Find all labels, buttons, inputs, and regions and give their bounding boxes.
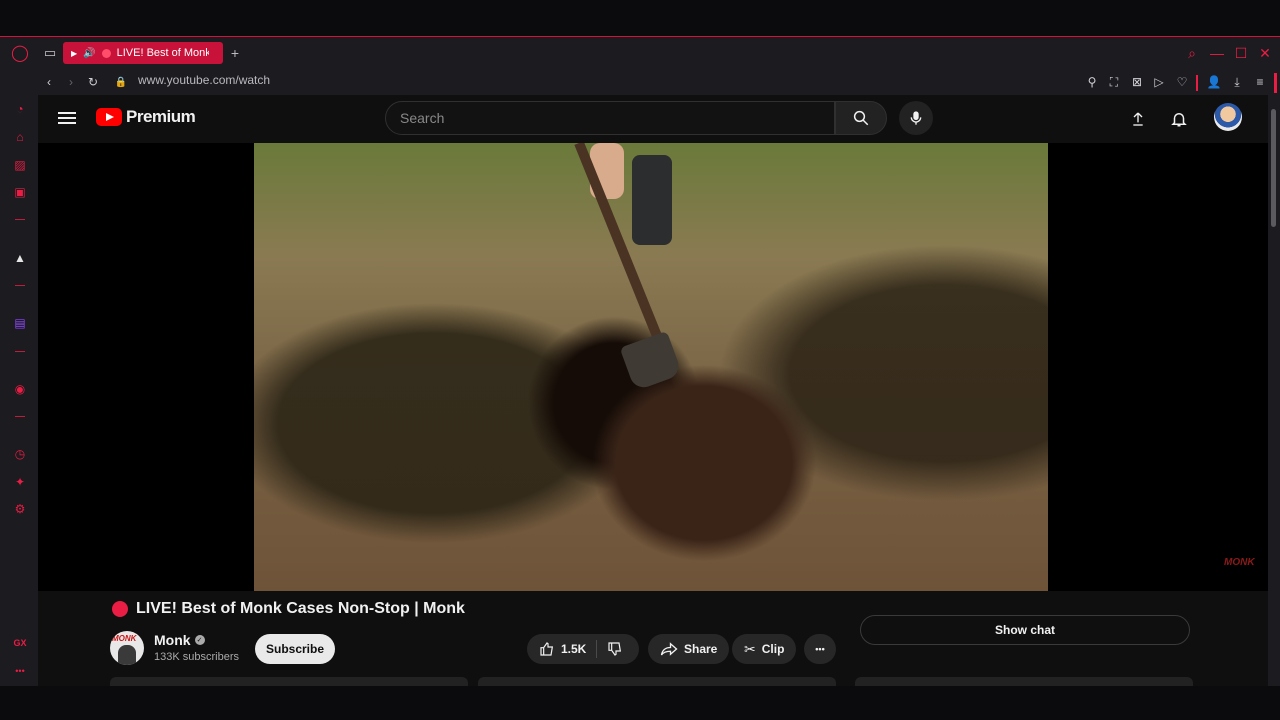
bookmark-heart-icon[interactable]: ♡ — [1173, 73, 1191, 91]
channel-watermark[interactable]: MONK — [1224, 557, 1255, 568]
gx-label[interactable]: GX — [10, 633, 30, 653]
thumbs-down-icon[interactable] — [607, 641, 623, 657]
video-player[interactable]: MONK — [38, 143, 1268, 591]
screen-top-strip — [0, 0, 1280, 36]
minimize-icon[interactable]: — — [1207, 43, 1227, 63]
tab-title: LIVE! Best of Monk — [116, 47, 209, 59]
page-scrollbar[interactable] — [1268, 95, 1280, 687]
microphone-icon — [910, 111, 922, 125]
lock-icon: 🔒 — [114, 76, 128, 88]
extensions-icon[interactable]: ✦ — [10, 472, 30, 492]
like-count[interactable]: 1.5K — [561, 642, 586, 656]
history-icon[interactable]: ◷ — [10, 444, 30, 464]
channel-name-row[interactable]: Monk ✓ — [154, 632, 205, 648]
screen-bottom-strip — [0, 686, 1280, 720]
adblock-icon[interactable]: ⊠ — [1128, 73, 1146, 91]
verified-check-icon: ✓ — [194, 635, 205, 645]
speaker-icon[interactable]: 🔊 — [83, 48, 95, 59]
youtube-header: Premium Search — [38, 95, 1268, 143]
more-dots-icon: ••• — [815, 644, 825, 654]
sidebar-accent-bar — [1274, 73, 1277, 93]
snapshot-icon[interactable]: ⛶ — [1105, 73, 1123, 91]
new-tab-icon[interactable]: + — [228, 43, 242, 63]
search-button[interactable] — [835, 101, 887, 135]
subscriber-count: 133K subscribers — [154, 651, 239, 663]
search-input[interactable]: Search — [385, 101, 835, 135]
tab-islands-icon[interactable]: ▭ — [40, 43, 60, 63]
channel-avatar[interactable]: MONK — [110, 631, 144, 665]
tab-active[interactable]: ▶ 🔊 LIVE! Best of Monk — [63, 42, 223, 64]
toolbar-divider — [1196, 75, 1198, 91]
more-actions-button[interactable]: ••• — [804, 634, 836, 664]
video-shovel-blade — [619, 330, 683, 392]
voice-search-button[interactable] — [899, 101, 933, 135]
clip-button[interactable]: ✂ Clip — [732, 634, 797, 664]
subscribe-button[interactable]: Subscribe — [255, 634, 335, 664]
account-icon[interactable]: 👤 — [1205, 73, 1223, 91]
reload-icon[interactable]: ↻ — [84, 73, 102, 91]
tab-bar: ◯ ▭ ▶ 🔊 LIVE! Best of Monk + ⌕ — ☐ ✕ — [0, 37, 1280, 69]
guide-menu-icon[interactable] — [58, 109, 76, 129]
opera-gx-logo-icon[interactable]: ◯ — [10, 43, 30, 63]
sidebar-separator — [15, 351, 25, 352]
sidebar-more-icon[interactable]: ••• — [10, 661, 30, 681]
settings-icon[interactable]: ⚙ — [10, 499, 30, 519]
share-label: Share — [684, 642, 718, 656]
sidebar-separator — [15, 416, 25, 417]
close-icon[interactable]: ✕ — [1255, 43, 1275, 63]
player-icon[interactable]: ▷ — [1150, 73, 1168, 91]
live-indicator-icon — [112, 601, 128, 617]
video-title-row: LIVE! Best of Monk Cases Non-Stop | Monk — [112, 600, 465, 618]
like-dislike-group: 1.5K — [527, 634, 639, 664]
gx-control-icon[interactable]: ◔ — [10, 99, 30, 119]
clip-label: Clip — [761, 642, 785, 656]
video-frame[interactable] — [254, 143, 1048, 591]
youtube-favicon-icon: ▶ — [71, 48, 78, 58]
thumbs-up-icon[interactable] — [539, 641, 555, 657]
channel-name[interactable]: Monk — [154, 632, 191, 648]
back-icon[interactable]: ‹ — [40, 73, 58, 91]
channel-avatar-figure — [118, 645, 136, 665]
sidebar-separator — [15, 285, 25, 286]
pin-icon[interactable]: ⚲ — [1083, 73, 1101, 91]
account-avatar[interactable] — [1214, 103, 1242, 131]
address-bar: ‹ › ↻ 🔒 www.youtube.com/watch ⚲ ⛶ ⊠ ▷ ♡ … — [0, 69, 1280, 95]
channel-avatar-text: MONK — [112, 634, 137, 643]
gx-video-icon[interactable]: ▣ — [10, 182, 30, 202]
search-icon — [853, 110, 869, 126]
forward-icon[interactable]: › — [62, 73, 80, 91]
youtube-page: Premium Search MONK LIVE! Best of Monk C… — [38, 95, 1268, 687]
browser-window: ◯ ▭ ▶ 🔊 LIVE! Best of Monk + ⌕ — ☐ ✕ ‹ ›… — [0, 36, 1280, 687]
video-boot — [632, 155, 672, 245]
scrollbar-thumb[interactable] — [1271, 109, 1276, 227]
twitch-icon[interactable]: ▤ — [10, 313, 30, 333]
show-chat-button[interactable]: Show chat — [860, 615, 1190, 645]
video-title: LIVE! Best of Monk Cases Non-Stop | Monk — [136, 600, 465, 617]
share-icon — [660, 642, 678, 656]
gx-corner-icon[interactable]: ⌂ — [10, 127, 30, 147]
url-field[interactable]: www.youtube.com/watch — [138, 73, 270, 87]
maximize-icon[interactable]: ☐ — [1231, 43, 1251, 63]
scissors-icon: ✂ — [744, 640, 756, 657]
gx-cleaner-icon[interactable]: ▨ — [10, 155, 30, 175]
sidebar: ◔ ⌂ ▨ ▣ ▲ ▤ ◉ ◷ ✦ ⚙ GX ••• — [0, 95, 38, 687]
like-divider — [596, 640, 598, 658]
upload-button[interactable] — [1126, 107, 1150, 131]
notifications-button[interactable] — [1167, 107, 1191, 131]
bell-icon — [1171, 113, 1187, 127]
download-icon[interactable]: ⤓ — [1228, 73, 1246, 91]
live-dot-icon — [101, 48, 111, 58]
share-button[interactable]: Share — [648, 634, 730, 664]
player-sidebar-icon[interactable]: ◉ — [10, 379, 30, 399]
search-tabs-icon[interactable]: ⌕ — [1182, 43, 1202, 63]
menu-icon[interactable]: ≡ — [1251, 73, 1269, 91]
youtube-play-logo-icon — [96, 108, 122, 126]
aria-icon[interactable]: ▲ — [10, 248, 30, 268]
sidebar-separator — [15, 219, 25, 220]
logo-text: Premium — [126, 107, 196, 126]
youtube-logo[interactable]: Premium — [96, 107, 196, 127]
upload-icon — [1133, 112, 1143, 126]
